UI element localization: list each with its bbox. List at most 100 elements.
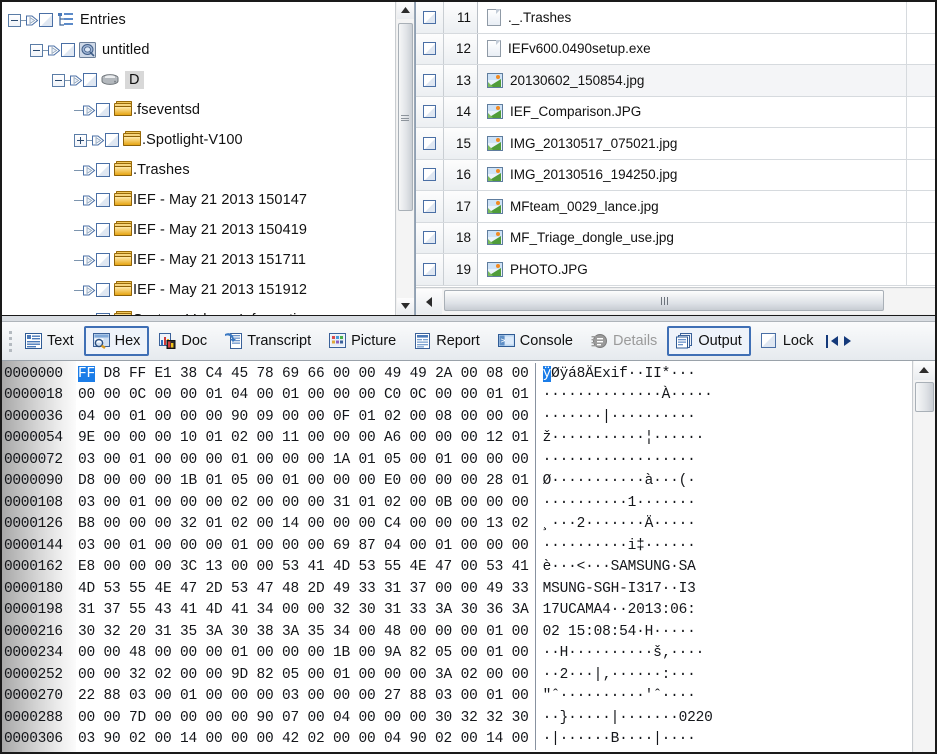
file-row-name-cell[interactable]: ._.Trashes bbox=[478, 2, 907, 33]
ascii-char-highlighted[interactable]: ÿ bbox=[542, 365, 551, 382]
hex-bytes[interactable]: 03 00 01 00 00 00 01 00 00 00 1A 01 05 0… bbox=[76, 452, 529, 468]
scroll-up-arrow-icon[interactable] bbox=[396, 2, 414, 19]
tree-item-checkbox[interactable] bbox=[96, 253, 110, 267]
tree-scroll-track[interactable] bbox=[396, 19, 414, 298]
tree-arrow-icon[interactable] bbox=[83, 314, 96, 316]
tree-arrow-icon[interactable] bbox=[83, 104, 96, 117]
file-list-scroll-thumb[interactable] bbox=[444, 290, 884, 311]
tree-expander-plus-icon[interactable] bbox=[74, 133, 87, 147]
hex-row[interactable]: 0000216 30 32 20 31 35 3A 30 38 3A 35 34 … bbox=[2, 621, 912, 643]
tree-expander-minus-icon[interactable] bbox=[52, 73, 65, 87]
hex-bytes[interactable]: 00 00 32 02 00 00 9D 82 05 00 01 00 00 0… bbox=[76, 667, 529, 683]
file-row-checkbox[interactable] bbox=[423, 168, 436, 182]
file-list-row[interactable]: 14 IEF_Comparison.JPG bbox=[416, 96, 935, 128]
tree-item-checkbox[interactable] bbox=[105, 133, 119, 147]
hex-bytes[interactable]: 31 37 55 43 41 4D 41 34 00 00 32 30 31 3… bbox=[76, 602, 529, 618]
hex-ascii[interactable]: ÿØÿá8ÄExif··II*··· bbox=[542, 365, 696, 382]
tab-console[interactable]: > Console bbox=[490, 326, 581, 356]
file-row-checkbox-cell[interactable] bbox=[416, 65, 444, 96]
hex-bytes[interactable]: 22 88 03 00 01 00 00 00 03 00 00 00 27 8… bbox=[76, 688, 529, 704]
hex-bytes[interactable]: 30 32 20 31 35 3A 30 38 3A 35 34 00 48 0… bbox=[76, 624, 529, 640]
hex-bytes[interactable]: B8 00 00 00 32 01 02 00 14 00 00 00 C4 0… bbox=[76, 516, 529, 532]
hex-row[interactable]: 0000000 FF D8 FF E1 38 C4 45 78 69 66 00 … bbox=[2, 363, 912, 385]
hex-row[interactable]: 0000108 03 00 01 00 00 00 02 00 00 00 31 … bbox=[2, 492, 912, 514]
hex-ascii[interactable]: 02 15:08:54·H····· bbox=[543, 624, 696, 640]
hex-scroll-track[interactable] bbox=[913, 380, 935, 752]
hex-row[interactable]: 0000234 00 00 48 00 00 00 01 00 00 00 1B … bbox=[2, 642, 912, 664]
file-list-row[interactable]: 13 20130602_150854.jpg bbox=[416, 65, 935, 97]
scroll-left-arrow-icon[interactable] bbox=[416, 289, 442, 314]
hex-ascii[interactable]: ··H··········š‚···· bbox=[543, 645, 705, 661]
tree-item-checkbox[interactable] bbox=[61, 43, 75, 57]
hex-ascii[interactable]: ··········1······· bbox=[543, 495, 696, 511]
tab-lock[interactable]: Lock bbox=[753, 326, 822, 356]
file-list-horizontal-scrollbar[interactable] bbox=[416, 287, 935, 315]
tree-arrow-icon[interactable] bbox=[26, 14, 39, 27]
tree-item-system-volume-information[interactable]: System Volume Information bbox=[2, 305, 395, 315]
view-tab-bar[interactable]: Text Hex Doc Transcript Picture Report >… bbox=[2, 322, 935, 361]
tree-item-ief-may-21-2013-150147[interactable]: IEF - May 21 2013 150147 bbox=[2, 185, 395, 215]
file-row-checkbox-cell[interactable] bbox=[416, 2, 444, 33]
hex-ascii[interactable]: MSUNG-SGH-I317··I3 bbox=[543, 581, 696, 597]
file-row-name-cell[interactable]: PHOTO.JPG bbox=[478, 254, 907, 285]
hex-view[interactable]: 0000000 FF D8 FF E1 38 C4 45 78 69 66 00 … bbox=[2, 361, 935, 752]
entries-tree[interactable]: Entries untitled D .fseventsd .Spotlight… bbox=[2, 2, 395, 315]
hex-row[interactable]: 0000270 22 88 03 00 01 00 00 00 03 00 00 … bbox=[2, 685, 912, 707]
file-row-checkbox-cell[interactable] bbox=[416, 191, 444, 222]
hex-bytes[interactable]: 03 00 01 00 00 00 01 00 00 00 69 87 04 0… bbox=[76, 538, 529, 554]
file-row-checkbox[interactable] bbox=[423, 199, 436, 213]
hex-ascii[interactable]: ·················· bbox=[543, 452, 696, 468]
file-row-checkbox-cell[interactable] bbox=[416, 96, 444, 127]
scroll-up-arrow-icon[interactable] bbox=[913, 361, 935, 380]
tree-item-checkbox[interactable] bbox=[96, 163, 110, 177]
hex-bytes[interactable]: 04 00 01 00 00 00 90 09 00 00 0F 01 02 0… bbox=[76, 409, 529, 425]
tab-picture[interactable]: Picture bbox=[321, 326, 404, 356]
file-row-checkbox-cell[interactable] bbox=[416, 254, 444, 285]
file-row-checkbox[interactable] bbox=[423, 42, 436, 56]
hex-vertical-scrollbar[interactable] bbox=[912, 361, 935, 752]
hex-ascii[interactable]: ··········i‡······ bbox=[543, 538, 696, 554]
file-row-name-cell[interactable]: IEF_Comparison.JPG bbox=[478, 96, 907, 127]
hex-row[interactable]: 0000018 00 00 0C 00 00 01 04 00 01 00 00 … bbox=[2, 384, 912, 406]
hex-bytes[interactable]: D8 00 00 00 1B 01 05 00 01 00 00 00 E0 0… bbox=[76, 473, 529, 489]
file-list-row[interactable]: 12 IEFv600.0490setup.exe bbox=[416, 33, 935, 65]
tree-item-checkbox[interactable] bbox=[96, 223, 110, 237]
hex-byte-highlighted[interactable]: FF bbox=[78, 365, 95, 382]
file-list-row[interactable]: 19 PHOTO.JPG bbox=[416, 254, 935, 286]
file-row-name-cell[interactable]: 20130602_150854.jpg bbox=[478, 65, 907, 96]
tree-item-spotlight-v100[interactable]: .Spotlight-V100 bbox=[2, 125, 395, 155]
hex-row[interactable]: 0000126 B8 00 00 00 32 01 02 00 14 00 00 … bbox=[2, 513, 912, 535]
file-row-name-cell[interactable]: MFteam_0029_lance.jpg bbox=[478, 191, 907, 222]
file-list-row[interactable]: 16 IMG_20130516_194250.jpg bbox=[416, 159, 935, 191]
hex-row[interactable]: 0000072 03 00 01 00 00 00 01 00 00 00 1A … bbox=[2, 449, 912, 471]
hex-bytes[interactable]: 00 00 7D 00 00 00 00 90 07 00 04 00 00 0… bbox=[76, 710, 529, 726]
hex-row[interactable]: 0000162 E8 00 00 00 3C 13 00 00 53 41 4D … bbox=[2, 556, 912, 578]
tree-expander-minus-icon[interactable] bbox=[8, 13, 21, 27]
tree-item-entries[interactable]: Entries bbox=[2, 5, 395, 35]
scroll-down-arrow-icon[interactable] bbox=[396, 298, 414, 315]
hex-row[interactable]: 0000144 03 00 01 00 00 00 01 00 00 00 69 … bbox=[2, 535, 912, 557]
tabbar-drag-handle[interactable] bbox=[6, 330, 14, 352]
tab-doc[interactable]: Doc bbox=[151, 326, 215, 356]
hex-ascii[interactable]: ž···········¦······ bbox=[543, 430, 705, 446]
tab-hex[interactable]: Hex bbox=[83, 326, 150, 356]
hex-ascii[interactable]: 17UCAMA4··2013:06: bbox=[543, 602, 696, 618]
file-row-checkbox[interactable] bbox=[423, 73, 436, 87]
tree-arrow-icon[interactable] bbox=[83, 254, 96, 267]
hex-row[interactable]: 0000306 03 90 02 00 14 00 00 00 42 02 00 … bbox=[2, 728, 912, 750]
tree-expander-minus-icon[interactable] bbox=[30, 43, 43, 57]
tree-item-checkbox[interactable] bbox=[83, 73, 97, 87]
hex-ascii[interactable]: "ˆ··········'ˆ···· bbox=[543, 688, 696, 704]
hex-bytes[interactable]: FF D8 FF E1 38 C4 45 78 69 66 00 00 49 4… bbox=[76, 365, 529, 382]
hex-ascii[interactable]: ··············À····· bbox=[543, 387, 713, 403]
file-row-checkbox[interactable] bbox=[423, 10, 436, 24]
tab-report[interactable]: Report bbox=[406, 326, 488, 356]
tree-arrow-icon[interactable] bbox=[92, 134, 105, 147]
tab-output[interactable]: Output bbox=[667, 326, 751, 356]
hex-bytes[interactable]: 00 00 48 00 00 00 01 00 00 00 1B 00 9A 8… bbox=[76, 645, 529, 661]
file-row-name-cell[interactable]: IEFv600.0490setup.exe bbox=[478, 33, 907, 64]
file-row-checkbox[interactable] bbox=[423, 231, 436, 245]
hex-bytes[interactable]: 03 00 01 00 00 00 02 00 00 00 31 01 02 0… bbox=[76, 495, 529, 511]
hex-row[interactable]: 0000198 31 37 55 43 41 4D 41 34 00 00 32 … bbox=[2, 599, 912, 621]
hex-row[interactable]: 0000090 D8 00 00 00 1B 01 05 00 01 00 00 … bbox=[2, 470, 912, 492]
